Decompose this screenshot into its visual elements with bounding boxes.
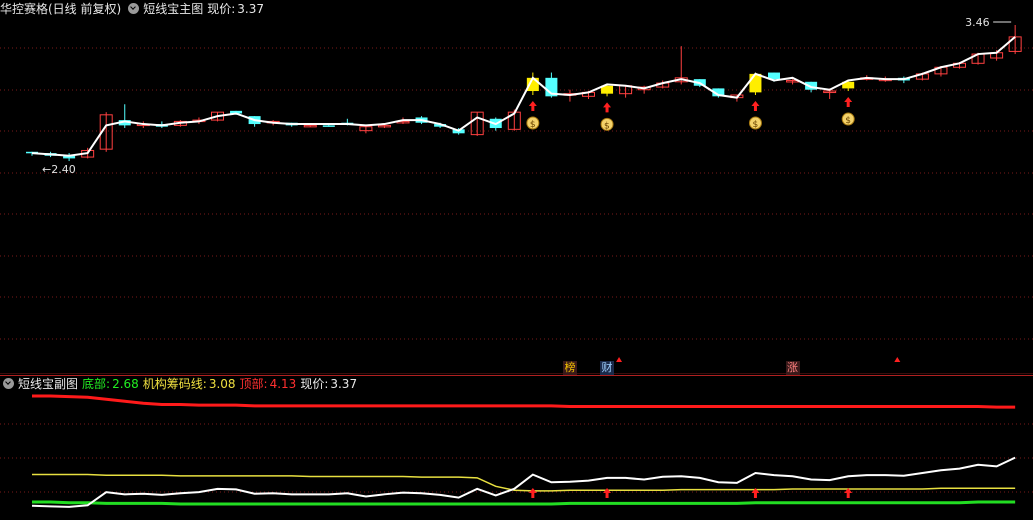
sub-indicator-dropdown-icon[interactable] [3,378,14,389]
trend-line [31,36,1016,157]
buy-arrow-icon [528,101,537,111]
sub-series-0 [32,394,1016,409]
price-label: 现价: [207,2,236,16]
bottom-value: 2.68 [112,377,139,391]
main-panel-header: 华控赛格(日线 前复权) 短线宝主图 现价: 3.37 [0,0,268,18]
chip-value: 3.08 [208,377,236,391]
sub-indicator-name: 短线宝副图 [18,377,79,391]
sub-buy-arrow-icon [528,488,537,498]
event-triangle-icon [894,357,901,362]
sub-series-2 [32,500,1016,506]
main-indicator-name: 短线宝主图 [143,2,204,16]
money-bag-symbol: $ [845,116,851,126]
top-value: 4.13 [269,377,297,391]
stock-title: 华控赛格(日线 前复权) [0,2,122,16]
indicator-dropdown-icon[interactable] [128,3,140,14]
sub-price-label: 现价: [300,377,329,391]
event-tag[interactable]: 榜 [562,361,577,375]
money-bag-symbol: $ [530,120,536,130]
bottom-label: 底部: [82,377,111,391]
min-price-label: ←2.40 [42,163,76,176]
price-value: 3.37 [237,2,264,16]
candle-body [749,73,762,93]
chart-canvas: 3.46 ←2.40 $ $ $ $ [0,16,1033,508]
candle-body [322,125,335,127]
chip-label: 机构筹码线: [142,377,207,391]
money-bag-symbol: $ [752,120,758,130]
sub-series-3 [31,456,1016,508]
top-label: 顶部: [239,377,268,391]
buy-arrow-icon [751,101,760,111]
buy-arrow-icon [603,102,612,113]
event-tag[interactable]: 涨 [785,361,800,375]
money-bag-symbol: $ [604,121,610,131]
sub-panel-header: 短线宝副图 底部: 2.68 机构筹码线: 3.08 顶部: 4.13 现价: 3.37 [0,375,361,393]
buy-arrow-icon [844,97,853,108]
event-tag[interactable]: 财 [600,361,615,375]
sub-buy-arrow-icon [603,488,612,498]
sub-price-value: 3.37 [330,377,358,391]
event-triangle-icon [616,357,623,362]
max-price-label: 3.46 [965,16,990,29]
